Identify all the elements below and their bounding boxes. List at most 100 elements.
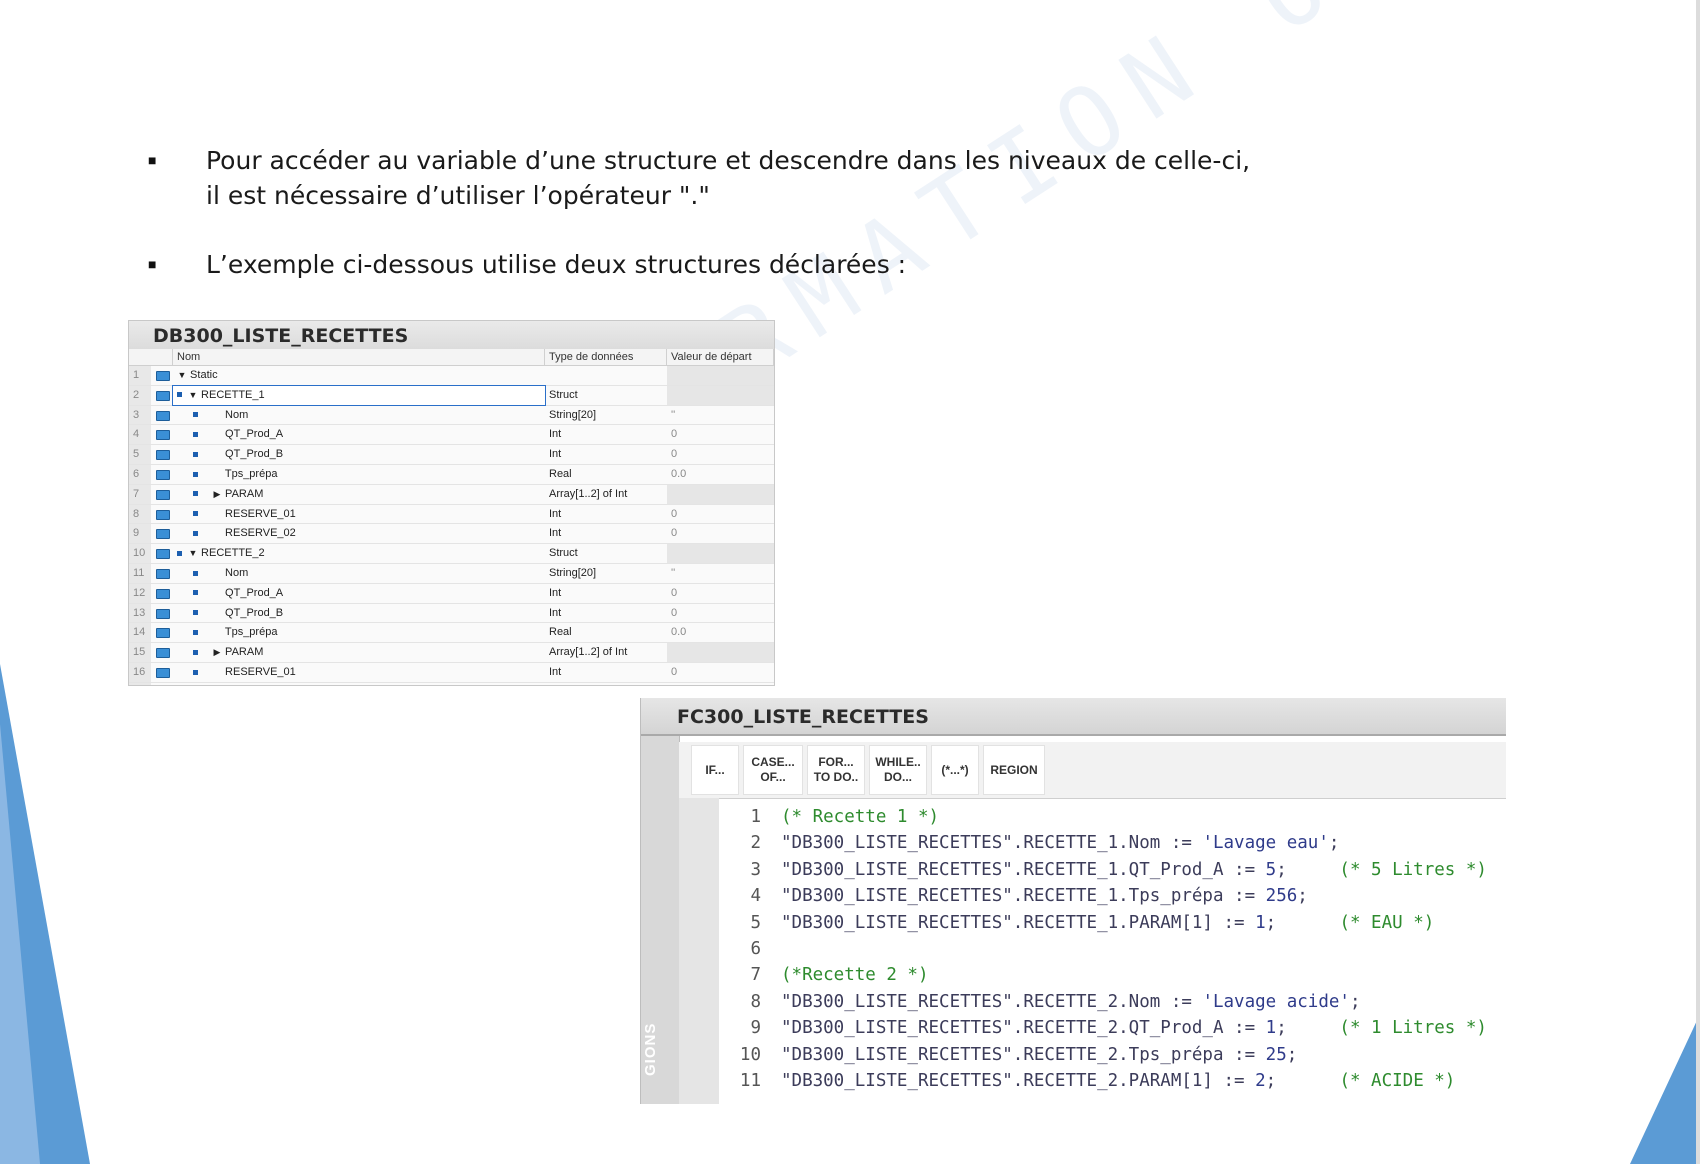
code-line[interactable]: 5 "DB300_LISTE_RECETTES".RECETTE_1.PARAM[… [719, 910, 1506, 936]
row-start-value[interactable]: 0 [667, 425, 774, 444]
code-line[interactable]: 11 "DB300_LISTE_RECETTES".RECETTE_2.PARAM… [719, 1068, 1506, 1094]
table-row[interactable]: 16 RESERVE_01 Int 0 [129, 662, 774, 683]
table-row[interactable]: 13 QT_Prod_B Int 0 [129, 603, 774, 624]
row-name[interactable]: QT_Prod_B [173, 445, 545, 464]
table-row[interactable]: 4 QT_Prod_A Int 0 [129, 425, 774, 446]
expand-toggle-icon[interactable]: ▼ [188, 544, 198, 562]
row-name[interactable]: ▼ Static [173, 366, 545, 385]
row-number: 4 [129, 425, 151, 445]
row-start-value[interactable]: 0.0 [667, 623, 774, 642]
row-start-value[interactable]: 0.0 [667, 465, 774, 484]
variable-marker-icon [193, 511, 198, 517]
row-start-value[interactable] [667, 643, 774, 662]
toolbar-button-for[interactable]: FOR... TO DO.. [807, 745, 865, 795]
table-row[interactable]: 7 ▶ PARAM Array[1..2] of Int [129, 484, 774, 505]
table-row[interactable]: 11 Nom String[20] '' [129, 563, 774, 584]
row-type[interactable]: Array[1..2] of Int [545, 643, 667, 662]
table-row[interactable]: 17 RESERVE_02Int0 [129, 682, 774, 685]
row-name[interactable]: Tps_prépa [173, 465, 545, 484]
row-start-value[interactable]: 0 [667, 584, 774, 603]
row-name[interactable]: RESERVE_02 [173, 524, 545, 543]
row-start-value[interactable]: 0 [667, 445, 774, 464]
row-start-value[interactable] [667, 484, 774, 504]
code-line[interactable]: 1 (* Recette 1 *) [719, 804, 1506, 830]
row-start-value[interactable]: '' [667, 406, 774, 425]
row-type[interactable]: Int [545, 524, 667, 543]
row-name[interactable]: RESERVE_02 [173, 683, 545, 685]
col-name-header[interactable]: Nom [173, 349, 545, 365]
code-line[interactable]: 8 "DB300_LISTE_RECETTES".RECETTE_2.Nom :=… [719, 989, 1506, 1015]
code-area[interactable]: 1 (* Recette 1 *) 2 "DB300_LISTE_RECETTES".… [719, 804, 1506, 1094]
table-row[interactable]: 6 Tps_prépa Real 0.0 [129, 464, 774, 485]
row-type[interactable]: Int [545, 683, 667, 685]
code-line[interactable]: 10 "DB300_LISTE_RECETTES".RECETTE_2.Tps_p… [719, 1042, 1506, 1068]
row-start-value[interactable]: '' [667, 564, 774, 583]
row-type[interactable]: Int [545, 604, 667, 623]
row-start-value[interactable]: 0 [667, 683, 774, 685]
table-row[interactable]: 8 RESERVE_01 Int 0 [129, 504, 774, 525]
regions-sidebar[interactable]: GIONS [641, 736, 680, 1104]
toolbar-button-[interactable]: (*...*) [931, 745, 979, 795]
row-type[interactable]: Int [545, 505, 667, 524]
table-row[interactable]: 15 ▶ PARAM Array[1..2] of Int [129, 643, 774, 663]
row-name[interactable]: QT_Prod_A [173, 584, 545, 603]
row-type[interactable]: Real [545, 623, 667, 642]
toolbar-button-case[interactable]: CASE... OF... [743, 745, 803, 795]
code-line[interactable]: 3 "DB300_LISTE_RECETTES".RECETTE_1.QT_Pro… [719, 857, 1506, 883]
row-type[interactable]: Int [545, 663, 667, 682]
row-start-value[interactable]: 0 [667, 604, 774, 623]
table-row[interactable]: 9 RESERVE_02 Int 0 [129, 524, 774, 545]
row-name[interactable]: RESERVE_01 [173, 663, 545, 682]
row-name[interactable]: QT_Prod_A [173, 425, 545, 444]
row-name[interactable]: Tps_prépa [173, 623, 545, 642]
code-line[interactable]: 2 "DB300_LISTE_RECETTES".RECETTE_1.Nom :=… [719, 830, 1506, 856]
table-row[interactable]: 10 ▼ RECETTE_2 Struct [129, 544, 774, 564]
row-type[interactable]: Int [545, 445, 667, 464]
row-type[interactable]: Int [545, 425, 667, 444]
row-start-value[interactable] [667, 366, 774, 385]
variable-marker-icon [193, 590, 198, 596]
row-type[interactable] [545, 366, 667, 385]
row-type[interactable]: Array[1..2] of Int [545, 485, 667, 504]
code-line[interactable]: 7 (*Recette 2 *) [719, 962, 1506, 988]
row-name-label: Static [187, 369, 218, 381]
row-name[interactable]: ▼ RECETTE_1 [172, 384, 546, 406]
toolbar-button-region[interactable]: REGION [983, 745, 1045, 795]
right-corner-decoration [1630, 1014, 1700, 1164]
expand-toggle-icon[interactable]: ▼ [188, 386, 198, 404]
table-row[interactable]: 12 QT_Prod_A Int 0 [129, 583, 774, 604]
row-type[interactable]: Struct [545, 544, 667, 563]
row-name[interactable]: ▶ PARAM [173, 485, 545, 504]
row-type[interactable]: String[20] [545, 406, 667, 425]
row-name[interactable]: ▶ PARAM [173, 643, 545, 662]
row-name[interactable]: Nom [173, 564, 545, 583]
code-line[interactable]: 9 "DB300_LISTE_RECETTES".RECETTE_2.QT_Pro… [719, 1015, 1506, 1041]
expand-toggle-icon[interactable]: ▶ [212, 485, 222, 503]
table-row[interactable]: 1 ▼ Static [129, 366, 774, 386]
toolbar-button-if[interactable]: IF... [691, 745, 739, 795]
table-row[interactable]: 5 QT_Prod_B Int 0 [129, 445, 774, 465]
row-start-value[interactable]: 0 [667, 663, 774, 682]
table-row[interactable]: 3 Nom String[20] '' [129, 405, 774, 426]
expand-toggle-icon[interactable]: ▶ [212, 643, 222, 661]
expand-toggle-icon[interactable]: ▼ [177, 366, 187, 384]
col-value-header[interactable]: Valeur de départ [667, 349, 774, 365]
row-type[interactable]: Int [545, 584, 667, 603]
code-line[interactable]: 6 [719, 936, 1506, 962]
table-row[interactable]: 2▼ RECETTE_1Struct≡ [129, 384, 774, 406]
toolbar-button-while[interactable]: WHILE.. DO... [869, 745, 927, 795]
row-type[interactable]: Real [545, 465, 667, 484]
col-type-header[interactable]: Type de données [545, 349, 667, 365]
row-start-value[interactable] [667, 544, 774, 563]
row-start-value[interactable] [667, 385, 774, 405]
row-name[interactable]: RESERVE_01 [173, 505, 545, 524]
row-name[interactable]: Nom [173, 406, 545, 425]
row-start-value[interactable]: 0 [667, 524, 774, 543]
row-type[interactable]: String[20] [545, 564, 667, 583]
row-start-value[interactable]: 0 [667, 505, 774, 524]
row-name[interactable]: ▼ RECETTE_2 [173, 544, 545, 563]
row-type[interactable]: Struct≡ [545, 386, 667, 405]
code-line[interactable]: 4 "DB300_LISTE_RECETTES".RECETTE_1.Tps_pr… [719, 883, 1506, 909]
table-row[interactable]: 14 Tps_prépa Real 0.0 [129, 623, 774, 644]
row-name[interactable]: QT_Prod_B [173, 604, 545, 623]
